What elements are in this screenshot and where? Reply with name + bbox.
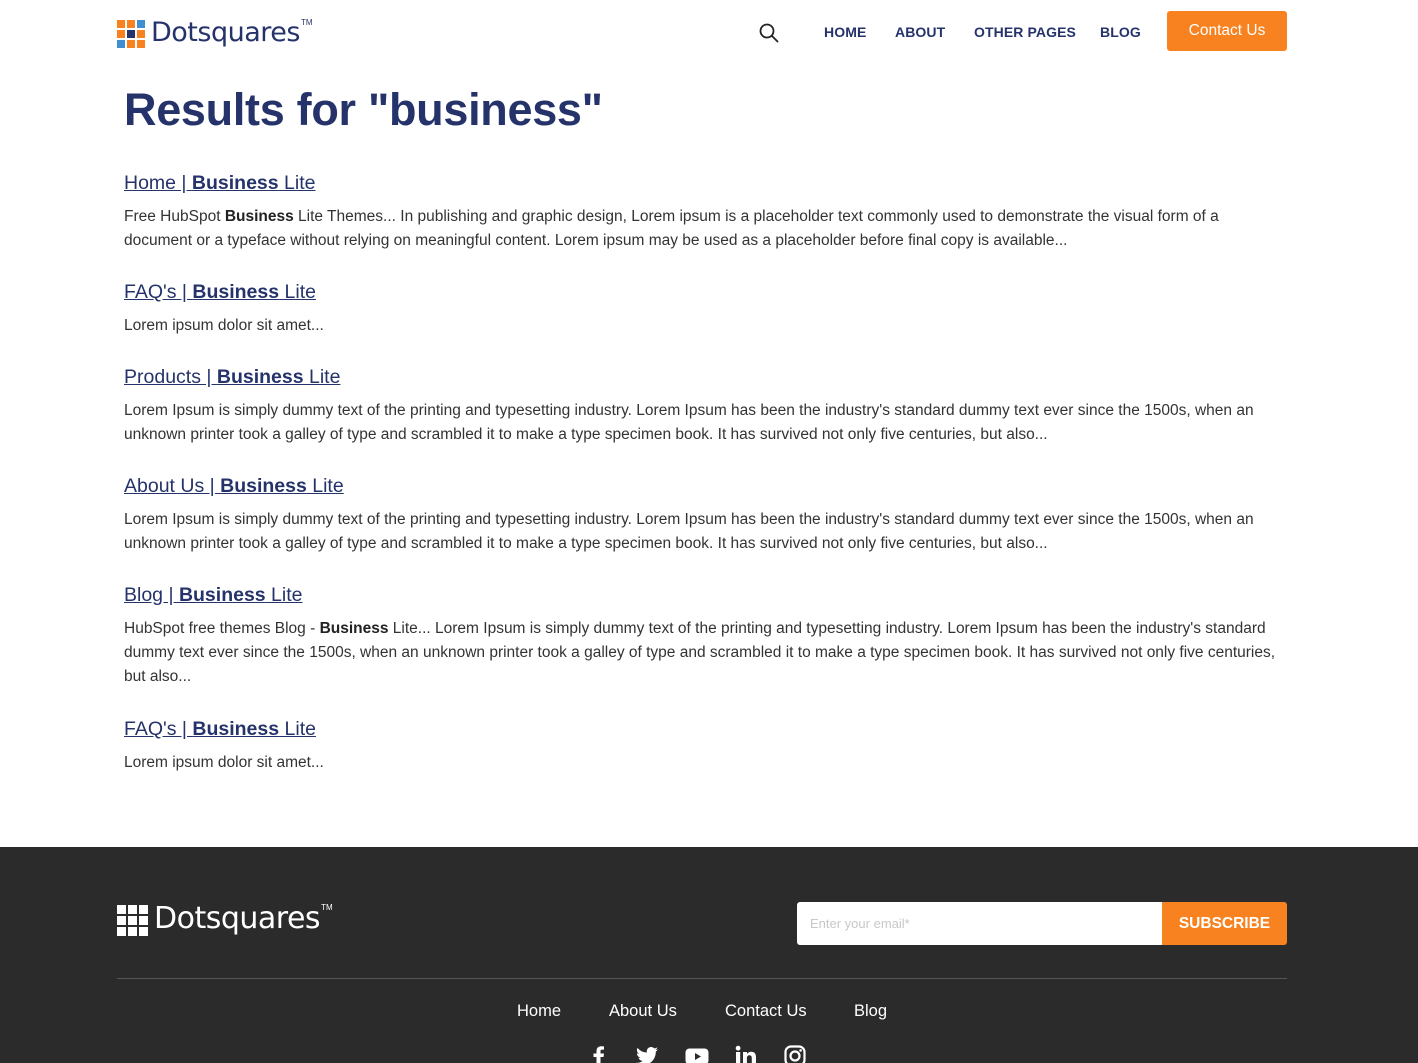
search-result: Products | Business Lite Lorem Ipsum is … — [124, 364, 1284, 447]
nav-blog[interactable]: BLOG — [1100, 21, 1141, 43]
twitter-icon[interactable] — [635, 1044, 659, 1063]
footer-logo[interactable]: Dotsquares TM — [117, 903, 333, 936]
logo[interactable]: Dotsquares TM — [117, 18, 313, 48]
footer-divider — [117, 978, 1287, 979]
site-header: Dotsquares TM HOME ABOUT OTHER PAGES BLO… — [0, 0, 1418, 64]
search-result: Home | Business Lite Free HubSpot Busine… — [124, 170, 1284, 253]
footer-nav-contact-us[interactable]: Contact Us — [725, 1000, 807, 1022]
linkedin-icon[interactable] — [734, 1044, 758, 1063]
result-link[interactable]: Blog | Business Lite — [124, 582, 303, 608]
footer-nav-home[interactable]: Home — [517, 1000, 561, 1022]
result-snippet: Lorem Ipsum is simply dummy text of the … — [124, 402, 1254, 443]
result-link[interactable]: Home | Business Lite — [124, 170, 315, 196]
page-title: Results for "business" — [124, 84, 603, 135]
instagram-icon[interactable] — [783, 1044, 807, 1063]
search-result: About Us | Business Lite Lorem Ipsum is … — [124, 473, 1284, 556]
result-snippet: Lorem ipsum dolor sit amet... — [124, 754, 324, 771]
search-icon[interactable] — [758, 22, 780, 44]
result-snippet: Lorem ipsum dolor sit amet... — [124, 317, 324, 334]
nav-other-pages[interactable]: OTHER PAGES — [974, 21, 1076, 43]
subscribe-button[interactable]: SUBSCRIBE — [1162, 902, 1287, 945]
result-link[interactable]: FAQ's | Business Lite — [124, 279, 316, 305]
result-link[interactable]: Products | Business Lite — [124, 364, 340, 390]
contact-us-button[interactable]: Contact Us — [1167, 11, 1287, 51]
youtube-icon[interactable] — [685, 1044, 709, 1063]
logo-grid-icon — [117, 905, 148, 936]
result-snippet: Lorem Ipsum is simply dummy text of the … — [124, 511, 1254, 552]
facebook-icon[interactable] — [587, 1044, 611, 1063]
email-field[interactable] — [797, 902, 1163, 945]
search-result: FAQ's | Business Lite Lorem ipsum dolor … — [124, 279, 1284, 338]
logo-text: Dotsquares — [151, 17, 300, 48]
result-link[interactable]: FAQ's | Business Lite — [124, 716, 316, 742]
result-link[interactable]: About Us | Business Lite — [124, 473, 344, 499]
nav-about[interactable]: ABOUT — [895, 21, 945, 43]
search-result: Blog | Business Lite HubSpot free themes… — [124, 582, 1284, 689]
footer-logo-text: Dotsquares — [154, 901, 321, 936]
site-footer: Dotsquares TM SUBSCRIBE Home About Us Co… — [0, 847, 1418, 1063]
footer-logo-trademark: TM — [321, 903, 333, 912]
footer-nav-blog[interactable]: Blog — [854, 1000, 887, 1022]
footer-nav-about-us[interactable]: About Us — [609, 1000, 677, 1022]
nav-home[interactable]: HOME — [824, 21, 866, 43]
result-snippet: Free HubSpot Business Lite Themes... In … — [124, 208, 1219, 249]
result-snippet: HubSpot free themes Blog - Business Lite… — [124, 620, 1276, 685]
logo-trademark: TM — [300, 18, 313, 27]
search-result: FAQ's | Business Lite Lorem ipsum dolor … — [124, 716, 1284, 775]
logo-grid-icon — [117, 20, 145, 48]
